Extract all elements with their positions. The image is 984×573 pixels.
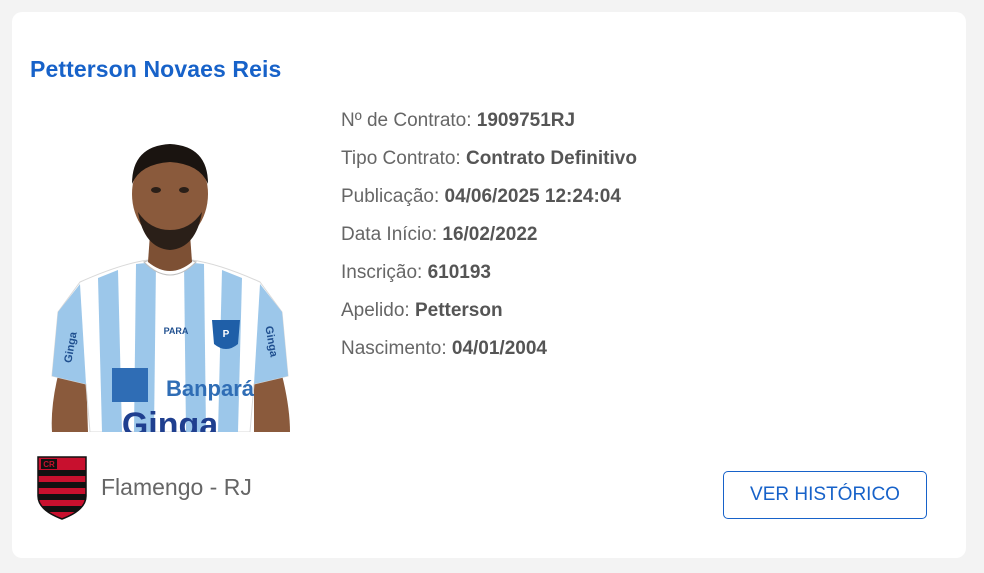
birth-date-row: Nascimento: 04/01/2004 [341,336,637,374]
contract-number-value: 1909751RJ [476,110,576,131]
publication-value: 04/06/2025 12:24:04 [444,186,621,207]
publication-label: Publicação: [341,186,440,207]
registration-value: 610193 [427,262,491,283]
svg-text:P: P [223,329,230,340]
start-date-value: 16/02/2022 [442,224,538,245]
view-history-button[interactable]: VER HISTÓRICO [723,471,927,519]
start-date-label: Data Início: [341,224,438,245]
club-name: Flamengo - RJ [101,474,252,500]
player-name: Petterson Novaes Reis [30,56,282,82]
registration-row: Inscrição: 610193 [341,260,637,298]
svg-text:Banpará: Banpará [166,376,255,401]
contract-number-label: Nº de Contrato: [341,110,472,131]
birth-date-value: 04/01/2004 [451,338,547,359]
registration-label: Inscrição: [341,262,423,283]
nickname-label: Apelido: [341,300,410,321]
start-date-row: Data Início: 16/02/2022 [341,222,637,260]
contract-type-row: Tipo Contrato: Contrato Definitivo [341,146,637,184]
contract-type-label: Tipo Contrato: [341,148,461,169]
contract-type-value: Contrato Definitivo [465,148,637,169]
contract-number-row: Nº de Contrato: 1909751RJ [341,108,637,146]
publication-row: Publicação: 04/06/2025 12:24:04 [341,184,637,222]
contract-info: Nº de Contrato: 1909751RJ Tipo Contrato:… [341,108,637,374]
birth-date-label: Nascimento: [341,338,447,359]
player-card: Petterson Novaes Reis P PARA Banpará Gin… [12,12,966,558]
flamengo-crest-icon: CR [37,456,87,520]
svg-text:PARA: PARA [164,326,189,336]
svg-text:CR: CR [43,460,55,469]
nickname-row: Apelido: Petterson [341,298,637,336]
nickname-value: Petterson [414,300,503,321]
svg-text:Ginga: Ginga [122,406,219,432]
player-photo: P PARA Banpará Ginga Ginga Ginga [40,112,300,432]
